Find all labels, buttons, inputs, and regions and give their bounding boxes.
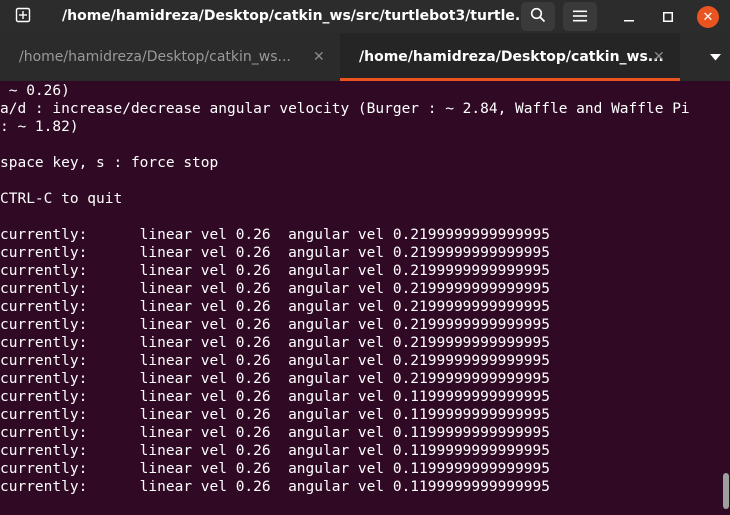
minimize-icon: [624, 7, 634, 26]
terminal-line: currently: linear vel 0.26 angular vel 0…: [0, 353, 550, 369]
close-icon: ✕: [702, 9, 714, 25]
terminal-line: currently: linear vel 0.26 angular vel 0…: [0, 461, 550, 477]
new-tab-button[interactable]: [0, 0, 46, 33]
terminal-line: currently: linear vel 0.26 angular vel 0…: [0, 263, 550, 279]
terminal-line: currently: linear vel 0.26 angular vel 0…: [0, 389, 550, 405]
terminal-line: a/d : increase/decrease angular velocity…: [0, 101, 690, 117]
terminal-line: CTRL-C to quit: [0, 191, 123, 207]
terminal-line: currently: linear vel 0.26 angular vel 0…: [0, 335, 550, 351]
hamburger-menu-icon: [573, 7, 587, 26]
chevron-down-icon: [709, 50, 721, 64]
terminal-line: : ~ 1.82): [0, 119, 79, 135]
search-icon: [530, 7, 546, 27]
tab-label: /home/hamidreza/Desktop/catkin_ws...: [359, 49, 664, 65]
terminal-output[interactable]: ~ 0.26) a/d : increase/decrease angular v…: [0, 81, 722, 515]
terminal-line: currently: linear vel 0.26 angular vel 0…: [0, 371, 550, 387]
new-tab-icon: [15, 7, 31, 27]
terminal-line: currently: linear vel 0.26 angular vel 0…: [0, 227, 550, 243]
terminal-line: currently: linear vel 0.26 angular vel 0…: [0, 443, 550, 459]
tab-close-button[interactable]: ✕: [313, 33, 325, 81]
terminal-line: space key, s : force stop: [0, 155, 219, 171]
tab-menu-button[interactable]: [700, 33, 730, 81]
tab-close-button[interactable]: ✕: [653, 33, 665, 81]
terminal-line: currently: linear vel 0.26 angular vel 0…: [0, 299, 550, 315]
menu-button[interactable]: [563, 2, 597, 31]
tab-terminal-1[interactable]: /home/hamidreza/Desktop/catkin_ws... ✕: [0, 33, 340, 81]
terminal-line: currently: linear vel 0.26 angular vel 0…: [0, 281, 550, 297]
terminal-line: ~ 0.26): [0, 83, 70, 99]
scrollbar-thumb[interactable]: [723, 473, 729, 509]
terminal-line: currently: linear vel 0.26 angular vel 0…: [0, 317, 550, 333]
tab-terminal-2-active[interactable]: /home/hamidreza/Desktop/catkin_ws... ✕: [340, 33, 680, 81]
terminal-line: currently: linear vel 0.26 angular vel 0…: [0, 479, 550, 495]
close-window-button[interactable]: ✕: [697, 6, 719, 28]
tab-bar: /home/hamidreza/Desktop/catkin_ws... ✕ /…: [0, 33, 730, 81]
terminal-scrollbar[interactable]: [722, 81, 730, 515]
search-button[interactable]: [521, 2, 555, 31]
tab-label: /home/hamidreza/Desktop/catkin_ws...: [19, 49, 291, 65]
minimize-button[interactable]: [616, 2, 642, 31]
maximize-icon: [663, 7, 673, 26]
title-bar: /home/hamidreza/Desktop/catkin_ws/src/tu…: [0, 0, 730, 33]
terminal-line: currently: linear vel 0.26 angular vel 0…: [0, 245, 550, 261]
terminal-line: currently: linear vel 0.26 angular vel 0…: [0, 425, 550, 441]
terminal-line: currently: linear vel 0.26 angular vel 0…: [0, 407, 550, 423]
maximize-button[interactable]: [655, 2, 681, 31]
window-title: /home/hamidreza/Desktop/catkin_ws/src/tu…: [62, 8, 531, 24]
